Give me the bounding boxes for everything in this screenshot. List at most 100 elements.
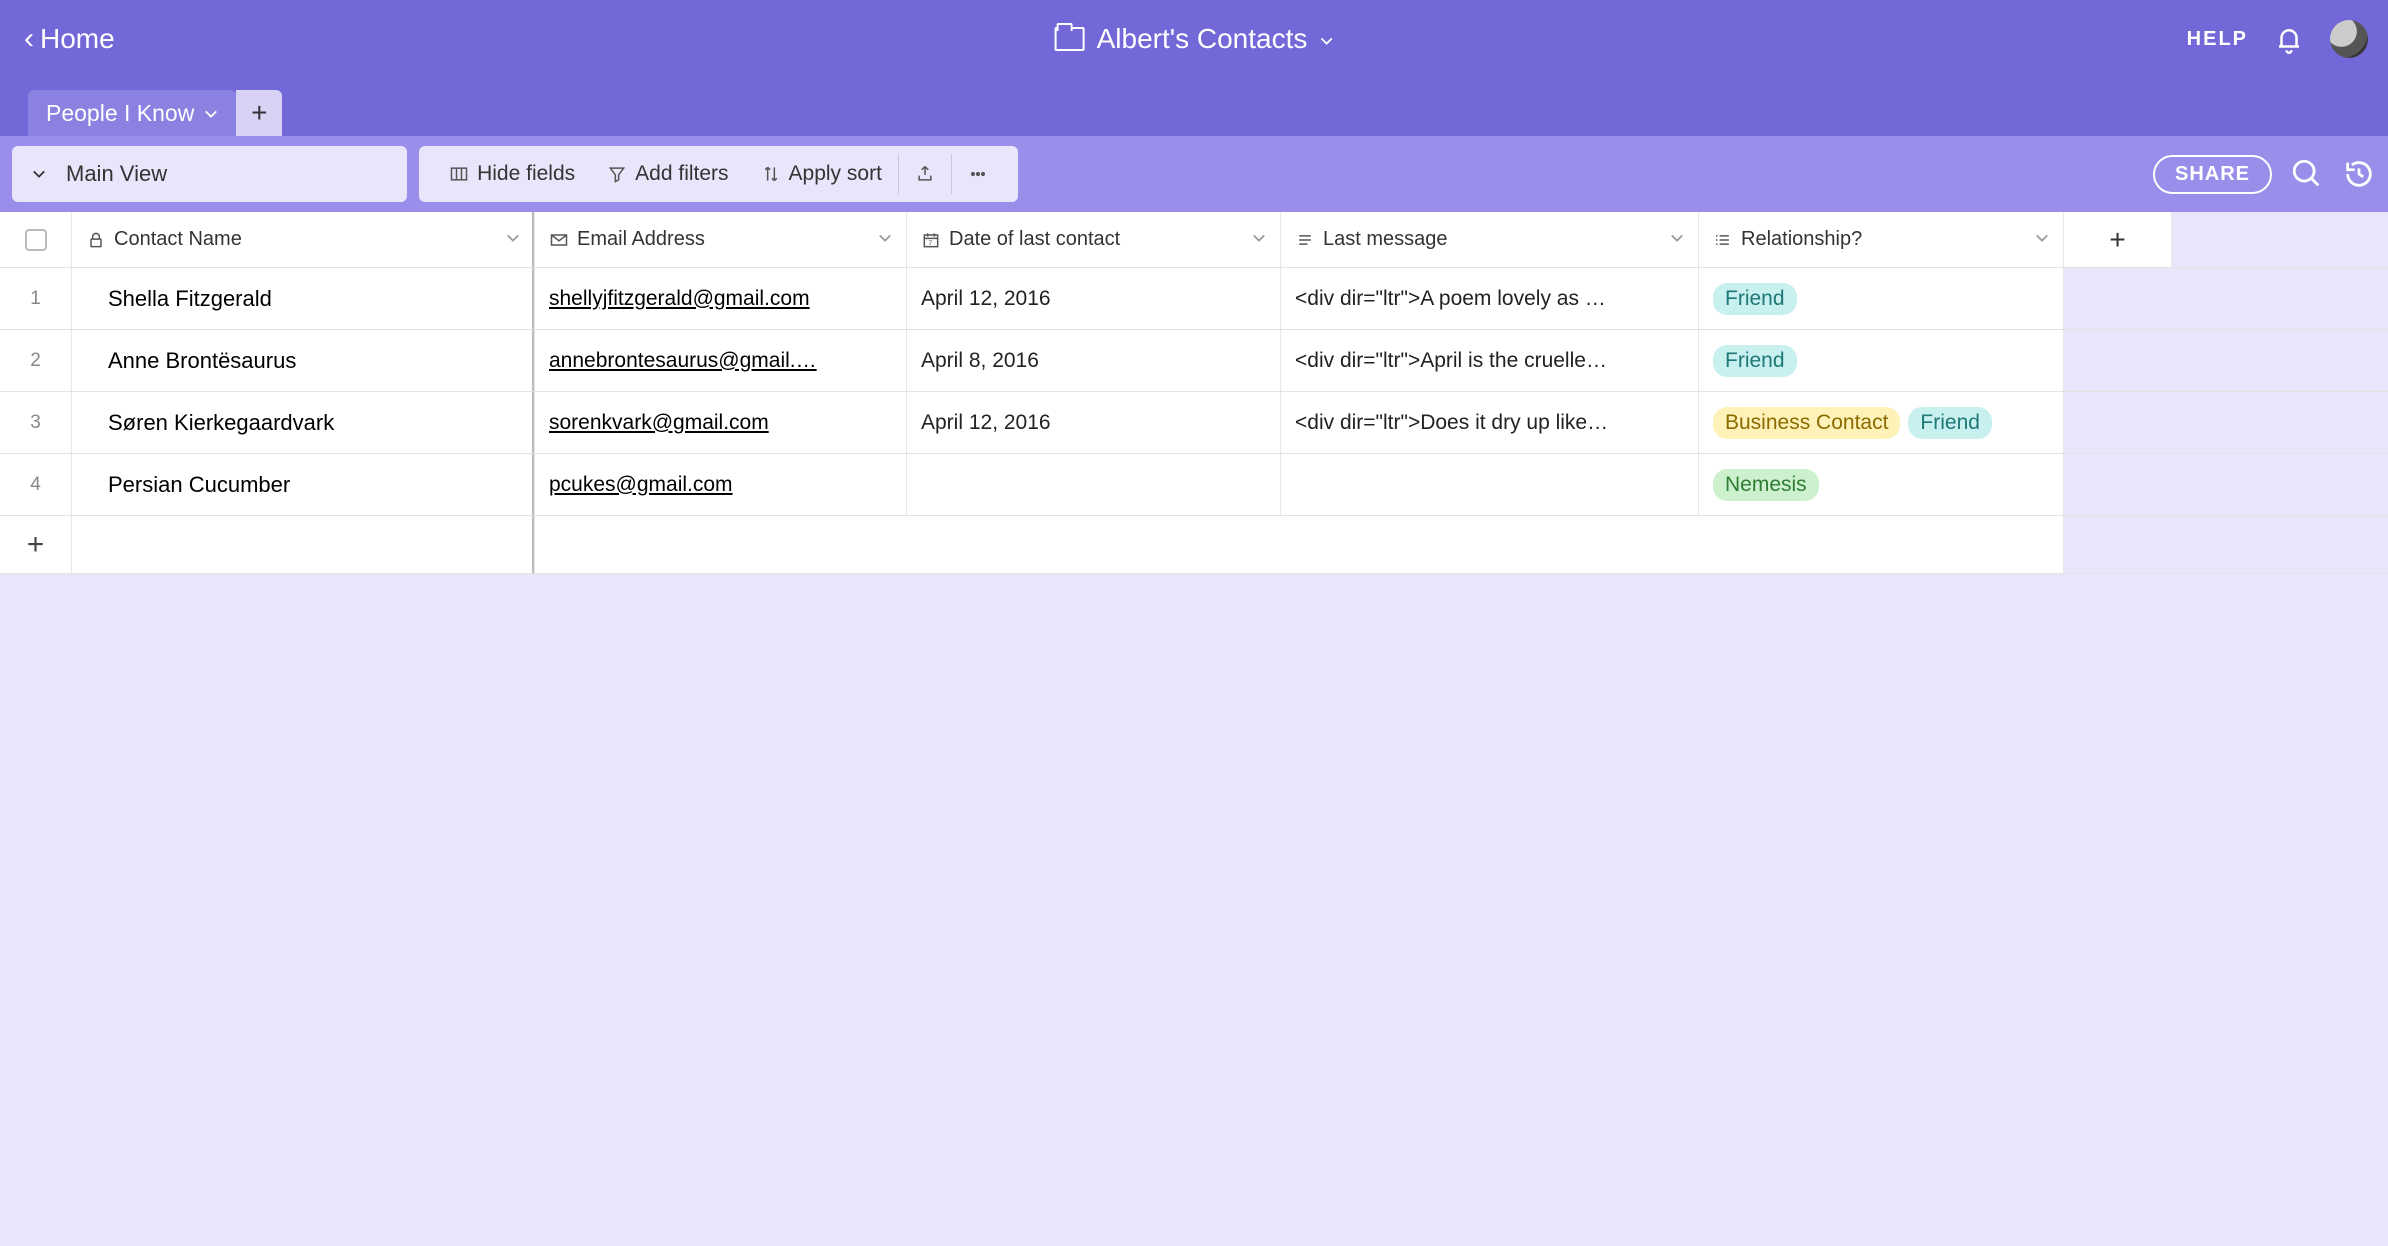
empty[interactable] <box>535 516 2064 573</box>
frozen-divider[interactable] <box>532 330 535 391</box>
col-label: Relationship? <box>1741 228 1862 251</box>
message-cell[interactable] <box>1281 454 1699 515</box>
add-filters-label: Add filters <box>635 162 728 186</box>
message-cell[interactable]: <div dir="ltr">A poem lovely as … <box>1281 268 1699 329</box>
folder-icon <box>1055 27 1085 51</box>
table-row: 3Søren Kierkegaardvark sorenkvark@gmail.c… <box>0 392 2388 454</box>
date-cell[interactable] <box>907 454 1281 515</box>
add-tab-button[interactable]: + <box>236 90 282 136</box>
tabs-row: People I Know + <box>0 78 2388 136</box>
add-row: + <box>0 516 2388 574</box>
hide-fields-button[interactable]: Hide fields <box>433 146 591 202</box>
col-last-message[interactable]: Last message <box>1281 212 1699 267</box>
empty <box>2064 268 2172 329</box>
frozen-divider[interactable] <box>532 516 535 573</box>
row-index[interactable]: 4 <box>0 454 72 515</box>
relationship-cell[interactable]: Friend <box>1699 268 2064 329</box>
message-cell[interactable]: <div dir="ltr">April is the cruelle… <box>1281 330 1699 391</box>
empty-area <box>0 574 2388 1246</box>
top-bar: ‹ Home Albert's Contacts HELP <box>0 0 2388 78</box>
envelope-icon <box>549 230 569 250</box>
row-index[interactable]: 3 <box>0 392 72 453</box>
email-link[interactable]: annebrontesaurus@gmail.… <box>549 349 817 373</box>
relationship-cell[interactable]: Friend <box>1699 330 2064 391</box>
chevron-down-icon <box>1319 23 1333 55</box>
frozen-divider[interactable] <box>532 454 535 515</box>
chevron-down-icon <box>506 231 520 248</box>
col-contact-name[interactable]: Contact Name <box>72 212 535 267</box>
base-title-dropdown[interactable]: Albert's Contacts <box>1055 23 1334 55</box>
data-grid: Contact Name Email Address 7 Date of las… <box>0 212 2388 574</box>
email-cell[interactable]: annebrontesaurus@gmail.… <box>535 330 907 391</box>
base-title-text: Albert's Contacts <box>1097 23 1308 55</box>
sort-icon <box>761 164 781 184</box>
relationship-cell[interactable]: Nemesis <box>1699 454 2064 515</box>
more-button[interactable] <box>952 146 1004 202</box>
relationship-cell[interactable]: Business ContactFriend <box>1699 392 2064 453</box>
add-column-button[interactable]: + <box>2064 212 2172 267</box>
checkbox-icon <box>25 229 47 251</box>
relationship-tag[interactable]: Business Contact <box>1713 407 1900 439</box>
row-index[interactable]: 1 <box>0 268 72 329</box>
relationship-tag[interactable]: Friend <box>1908 407 1992 439</box>
date-cell[interactable]: April 12, 2016 <box>907 392 1281 453</box>
empty <box>2172 268 2388 329</box>
add-row-button[interactable]: + <box>0 516 72 573</box>
tools-group: Hide fields Add filters Apply sort <box>419 146 1018 202</box>
empty <box>2172 392 2388 453</box>
date-cell[interactable]: April 12, 2016 <box>907 268 1281 329</box>
apply-sort-button[interactable]: Apply sort <box>745 146 898 202</box>
col-label: Email Address <box>577 228 705 251</box>
add-filters-button[interactable]: Add filters <box>591 146 744 202</box>
row-index[interactable]: 2 <box>0 330 72 391</box>
col-relationship[interactable]: Relationship? <box>1699 212 2064 267</box>
col-label: Last message <box>1323 228 1448 251</box>
table-row: 4Persian Cucumber pcukes@gmail.com Nemesis <box>0 454 2388 516</box>
export-button[interactable] <box>899 146 951 202</box>
chevron-down-icon <box>2035 231 2049 248</box>
svg-text:7: 7 <box>929 240 933 247</box>
search-icon[interactable] <box>2290 157 2324 191</box>
help-button[interactable]: HELP <box>2187 28 2248 51</box>
contact-name-cell[interactable]: Søren Kierkegaardvark <box>72 392 535 453</box>
email-cell[interactable]: pcukes@gmail.com <box>535 454 907 515</box>
contact-name-cell[interactable]: Persian Cucumber <box>72 454 535 515</box>
back-home-label: Home <box>40 23 115 55</box>
relationship-tag[interactable]: Nemesis <box>1713 469 1819 501</box>
view-selector[interactable]: Main View <box>12 146 407 202</box>
empty[interactable] <box>72 516 535 573</box>
lock-icon <box>86 230 106 250</box>
empty-header <box>2172 212 2388 267</box>
chevron-down-icon <box>1252 231 1266 248</box>
frozen-divider[interactable] <box>532 392 535 453</box>
email-link[interactable]: pcukes@gmail.com <box>549 473 733 497</box>
email-link[interactable]: sorenkvark@gmail.com <box>549 411 769 435</box>
message-cell[interactable]: <div dir="ltr">Does it dry up like… <box>1281 392 1699 453</box>
frozen-divider[interactable] <box>532 268 535 329</box>
export-icon <box>915 164 935 184</box>
history-icon[interactable] <box>2342 157 2376 191</box>
contact-name-cell[interactable]: Shella Fitzgerald <box>72 268 535 329</box>
share-group: SHARE <box>2153 155 2376 194</box>
select-all-cell[interactable] <box>0 212 72 267</box>
date-cell[interactable]: April 8, 2016 <box>907 330 1281 391</box>
empty <box>2064 454 2172 515</box>
back-home-button[interactable]: ‹ Home <box>12 17 127 61</box>
tab-people-i-know[interactable]: People I Know <box>28 90 236 136</box>
frozen-divider[interactable] <box>532 212 535 267</box>
chevron-down-icon <box>1670 231 1684 248</box>
chevron-left-icon: ‹ <box>24 24 34 54</box>
hide-fields-label: Hide fields <box>477 162 575 186</box>
relationship-tag[interactable]: Friend <box>1713 283 1797 315</box>
contact-name-cell[interactable]: Anne Brontësaurus <box>72 330 535 391</box>
col-email[interactable]: Email Address <box>535 212 907 267</box>
email-cell[interactable]: shellyjfitzgerald@gmail.com <box>535 268 907 329</box>
share-button[interactable]: SHARE <box>2153 155 2272 194</box>
notifications-icon[interactable] <box>2274 24 2304 54</box>
avatar[interactable] <box>2330 20 2368 58</box>
table-row: 1Shella Fitzgerald shellyjfitzgerald@gmai… <box>0 268 2388 330</box>
email-link[interactable]: shellyjfitzgerald@gmail.com <box>549 287 810 311</box>
relationship-tag[interactable]: Friend <box>1713 345 1797 377</box>
email-cell[interactable]: sorenkvark@gmail.com <box>535 392 907 453</box>
col-date[interactable]: 7 Date of last contact <box>907 212 1281 267</box>
